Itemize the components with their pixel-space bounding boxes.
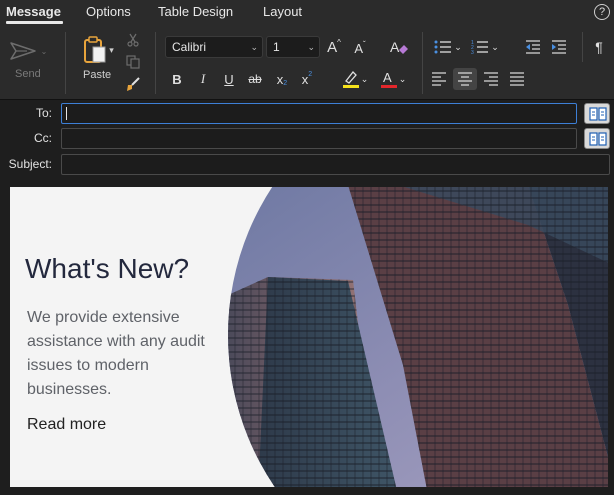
ribbon-separator bbox=[422, 32, 423, 94]
chevron-down-icon: ▾ bbox=[109, 44, 114, 55]
format-painter-button[interactable] bbox=[124, 75, 142, 93]
read-more-link[interactable]: Read more bbox=[27, 416, 106, 434]
cc-address-book-button[interactable] bbox=[584, 128, 610, 149]
tab-table-design[interactable]: Table Design bbox=[158, 4, 233, 19]
font-color-icon: A bbox=[380, 70, 397, 88]
strikethrough-icon: ab bbox=[248, 72, 262, 86]
italic-button[interactable]: I bbox=[194, 70, 212, 88]
numbered-list-icon: 1 2 3 bbox=[471, 40, 489, 54]
message-body[interactable]: What's New? We provide extensive assista… bbox=[10, 187, 608, 487]
align-left-button[interactable] bbox=[428, 69, 450, 89]
ribbon-toolbar: ⌄ Send ▾ Paste Calibri ⌄ 1 ⌄ A ^ A ˇ A ⌄… bbox=[0, 26, 614, 100]
increase-indent-button[interactable] bbox=[549, 37, 569, 57]
tab-options[interactable]: Options bbox=[86, 4, 131, 19]
chevron-down-icon: ⌄ bbox=[454, 41, 462, 52]
caret-up-icon: ^ bbox=[337, 38, 341, 47]
send-button[interactable]: ⌄ bbox=[8, 38, 48, 64]
chevron-down-icon: ⌄ bbox=[307, 42, 315, 52]
align-center-button[interactable] bbox=[453, 68, 477, 90]
copy-button[interactable] bbox=[125, 54, 141, 70]
align-center-icon bbox=[458, 72, 472, 86]
active-tab-indicator bbox=[6, 21, 63, 24]
justify-button[interactable] bbox=[506, 69, 528, 89]
decrease-indent-icon bbox=[526, 40, 540, 54]
headline: What's New? bbox=[25, 253, 190, 284]
paste-button[interactable]: ▾ bbox=[78, 34, 118, 66]
svg-text:A: A bbox=[390, 39, 400, 55]
cc-field[interactable] bbox=[61, 128, 577, 149]
copy-icon bbox=[126, 55, 140, 69]
send-label: Send bbox=[15, 68, 41, 80]
align-right-icon bbox=[484, 72, 498, 86]
highlighter-icon bbox=[342, 71, 359, 88]
shrink-font-icon: A bbox=[354, 40, 363, 56]
bullets-button[interactable]: ⌄ bbox=[432, 37, 464, 57]
to-address-book-button[interactable] bbox=[584, 103, 610, 124]
decrease-indent-button[interactable] bbox=[523, 37, 543, 57]
body-paragraph: We provide extensive assistance with any… bbox=[27, 309, 205, 398]
chevron-down-icon: ⌄ bbox=[398, 73, 407, 84]
strikethrough-button[interactable]: ab bbox=[245, 70, 265, 88]
address-book-icon bbox=[589, 107, 607, 121]
clear-formatting-icon: A bbox=[390, 39, 408, 55]
subject-label: Subject: bbox=[8, 157, 52, 171]
align-right-button[interactable] bbox=[480, 69, 502, 89]
font-name-dropdown[interactable]: Calibri ⌄ bbox=[165, 36, 263, 58]
address-book-icon bbox=[589, 132, 607, 146]
ribbon-separator bbox=[582, 32, 583, 62]
ribbon-tab-bar: Message Options Table Design Layout ? bbox=[0, 0, 614, 26]
italic-icon: I bbox=[200, 71, 206, 86]
to-field[interactable] bbox=[61, 103, 577, 124]
bullet-list-icon bbox=[434, 40, 452, 54]
caret-down-icon: ˇ bbox=[363, 39, 366, 49]
clipboard-icon bbox=[84, 36, 106, 63]
subscript-mark: 2 bbox=[283, 80, 288, 87]
superscript-button[interactable]: x2 bbox=[298, 70, 316, 88]
subject-field[interactable] bbox=[61, 154, 610, 175]
increase-indent-icon bbox=[552, 40, 566, 54]
underline-icon: U bbox=[224, 71, 234, 87]
to-label: To: bbox=[35, 106, 52, 120]
numbering-button[interactable]: 1 2 3 ⌄ bbox=[469, 37, 501, 57]
font-color-button[interactable]: A ⌄ bbox=[376, 68, 410, 90]
cut-button[interactable] bbox=[125, 32, 141, 48]
chevron-down-icon: ⌄ bbox=[360, 73, 369, 84]
svg-text:A: A bbox=[383, 70, 392, 85]
pilcrow-icon: ¶ bbox=[595, 39, 603, 55]
align-left-icon bbox=[432, 72, 446, 86]
city-buildings-image bbox=[228, 187, 608, 487]
justify-icon bbox=[510, 72, 524, 86]
clear-formatting-button[interactable]: A bbox=[388, 36, 410, 58]
cc-label: Cc: bbox=[34, 131, 52, 145]
font-size-dropdown[interactable]: 1 ⌄ bbox=[266, 36, 320, 58]
ribbon-separator bbox=[155, 32, 156, 94]
bold-button[interactable]: B bbox=[168, 70, 186, 88]
scissors-icon bbox=[127, 33, 139, 47]
font-name-value: Calibri bbox=[172, 40, 207, 54]
superscript-mark: 2 bbox=[308, 71, 313, 78]
tab-layout[interactable]: Layout bbox=[263, 4, 302, 19]
paste-label: Paste bbox=[83, 69, 112, 81]
send-icon bbox=[9, 42, 36, 60]
chevron-down-icon: ⌄ bbox=[40, 46, 48, 56]
chevron-down-icon: ⌄ bbox=[491, 41, 499, 52]
underline-button[interactable]: U bbox=[220, 70, 238, 88]
bold-icon: B bbox=[172, 71, 182, 87]
grow-font-icon: A bbox=[327, 38, 338, 56]
font-size-value: 1 bbox=[273, 40, 280, 54]
tab-message[interactable]: Message bbox=[6, 4, 61, 19]
show-formatting-button[interactable]: ¶ bbox=[590, 37, 608, 57]
ribbon-separator bbox=[65, 32, 66, 94]
highlight-button[interactable]: ⌄ bbox=[338, 68, 372, 90]
subscript-button[interactable]: x2 bbox=[273, 70, 291, 88]
grow-font-button[interactable]: A ^ bbox=[324, 37, 344, 57]
shrink-font-button[interactable]: Aˇ bbox=[350, 38, 370, 58]
chevron-down-icon: ⌄ bbox=[250, 42, 258, 52]
help-button[interactable]: ? bbox=[594, 4, 610, 20]
svg-text:3: 3 bbox=[471, 50, 474, 54]
paintbrush-icon bbox=[127, 77, 140, 91]
text-cursor bbox=[66, 107, 67, 120]
